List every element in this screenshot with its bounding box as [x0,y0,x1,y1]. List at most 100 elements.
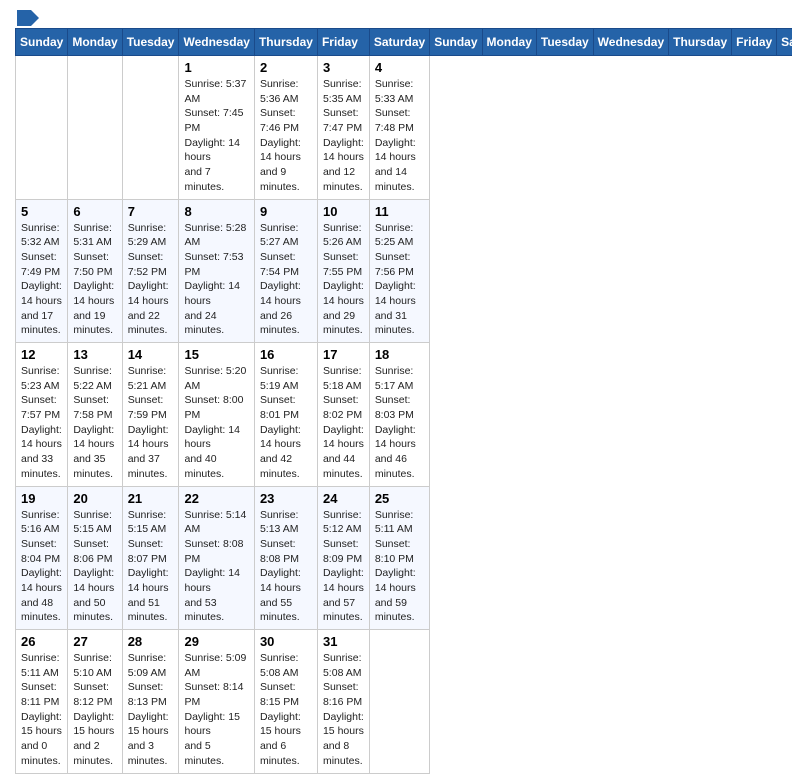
col-header-thursday: Thursday [254,29,317,56]
calendar-cell: 18Sunrise: 5:17 AM Sunset: 8:03 PM Dayli… [369,343,429,487]
calendar-cell: 12 Sunrise: 5:23 AM Sunset: 7:57 PM Dayli… [16,343,68,487]
calendar-cell: 31 Sunrise: 5:08 AM Sunset: 8:16 PM Dayli… [317,630,369,774]
day-info: Sunrise: 5:15 AM Sunset: 8:06 PM Dayligh… [73,508,116,626]
day-number: 23 [260,491,312,506]
day-number: 31 [323,634,364,649]
day-info: Sunrise: 5:18 AM Sunset: 8:02 PM Dayligh… [323,364,364,482]
calendar-cell: 7 Sunrise: 5:29 AM Sunset: 7:52 PM Daylig… [122,199,179,343]
day-number: 12 [21,347,62,362]
day-info: Sunrise: 5:10 AM Sunset: 8:12 PM Dayligh… [73,651,116,769]
day-info: Sunrise: 5:09 AM Sunset: 8:13 PM Dayligh… [128,651,174,769]
day-info: Sunrise: 5:16 AM Sunset: 8:04 PM Dayligh… [21,508,62,626]
col-header-friday: Friday [317,29,369,56]
calendar-cell: 1 Sunrise: 5:37 AM Sunset: 7:45 PM Daylig… [179,56,254,200]
calendar-cell: 17 Sunrise: 5:18 AM Sunset: 8:02 PM Dayli… [317,343,369,487]
day-number: 6 [73,204,116,219]
day-info: Sunrise: 5:23 AM Sunset: 7:57 PM Dayligh… [21,364,62,482]
col-header-saturday: Saturday [777,29,792,56]
day-info: Sunrise: 5:33 AM Sunset: 7:48 PM Dayligh… [375,77,424,195]
day-info: Sunrise: 5:28 AM Sunset: 7:53 PM Dayligh… [184,221,248,339]
calendar-cell [122,56,179,200]
day-number: 27 [73,634,116,649]
day-number: 7 [128,204,174,219]
day-number: 19 [21,491,62,506]
calendar-cell: 30Sunrise: 5:08 AM Sunset: 8:15 PM Dayli… [254,630,317,774]
day-info: Sunrise: 5:32 AM Sunset: 7:49 PM Dayligh… [21,221,62,339]
calendar-cell: 4 Sunrise: 5:33 AM Sunset: 7:48 PM Daylig… [369,56,429,200]
day-number: 10 [323,204,364,219]
calendar-cell [68,56,122,200]
day-number: 24 [323,491,364,506]
calendar-cell: 15Sunrise: 5:20 AM Sunset: 8:00 PM Dayli… [179,343,254,487]
day-info: Sunrise: 5:29 AM Sunset: 7:52 PM Dayligh… [128,221,174,339]
day-number: 16 [260,347,312,362]
week-row-5: 26 Sunrise: 5:11 AM Sunset: 8:11 PM Dayli… [16,630,792,774]
calendar-cell: 10Sunrise: 5:26 AM Sunset: 7:55 PM Dayli… [317,199,369,343]
calendar-cell: 16 Sunrise: 5:19 AM Sunset: 8:01 PM Dayli… [254,343,317,487]
day-info: Sunrise: 5:09 AM Sunset: 8:14 PM Dayligh… [184,651,248,769]
day-info: Sunrise: 5:21 AM Sunset: 7:59 PM Dayligh… [128,364,174,482]
calendar-cell: 3Sunrise: 5:35 AM Sunset: 7:47 PM Daylig… [317,56,369,200]
col-header-friday: Friday [732,29,777,56]
day-number: 8 [184,204,248,219]
calendar-cell: 25 Sunrise: 5:11 AM Sunset: 8:10 PM Dayli… [369,486,429,630]
day-number: 2 [260,60,312,75]
day-info: Sunrise: 5:12 AM Sunset: 8:09 PM Dayligh… [323,508,364,626]
col-header-sunday: Sunday [16,29,68,56]
day-number: 28 [128,634,174,649]
day-number: 13 [73,347,116,362]
day-number: 17 [323,347,364,362]
day-number: 5 [21,204,62,219]
day-info: Sunrise: 5:19 AM Sunset: 8:01 PM Dayligh… [260,364,312,482]
calendar-cell: 27 Sunrise: 5:10 AM Sunset: 8:12 PM Dayli… [68,630,122,774]
calendar-cell: 2Sunrise: 5:36 AM Sunset: 7:46 PM Daylig… [254,56,317,200]
calendar-cell: 20 Sunrise: 5:15 AM Sunset: 8:06 PM Dayli… [68,486,122,630]
day-number: 15 [184,347,248,362]
calendar-cell: 5 Sunrise: 5:32 AM Sunset: 7:49 PM Daylig… [16,199,68,343]
day-number: 22 [184,491,248,506]
day-info: Sunrise: 5:08 AM Sunset: 8:16 PM Dayligh… [323,651,364,769]
day-number: 9 [260,204,312,219]
day-info: Sunrise: 5:17 AM Sunset: 8:03 PM Dayligh… [375,364,424,482]
day-number: 26 [21,634,62,649]
day-info: Sunrise: 5:22 AM Sunset: 7:58 PM Dayligh… [73,364,116,482]
day-number: 14 [128,347,174,362]
calendar-cell: 23Sunrise: 5:13 AM Sunset: 8:08 PM Dayli… [254,486,317,630]
header-row: SundayMondayTuesdayWednesdayThursdayFrid… [16,29,792,56]
day-number: 1 [184,60,248,75]
day-number: 30 [260,634,312,649]
calendar-cell: 22 Sunrise: 5:14 AM Sunset: 8:08 PM Dayli… [179,486,254,630]
calendar-cell: 14 Sunrise: 5:21 AM Sunset: 7:59 PM Dayli… [122,343,179,487]
calendar-cell: 13 Sunrise: 5:22 AM Sunset: 7:58 PM Dayli… [68,343,122,487]
col-header-thursday: Thursday [669,29,732,56]
col-header-wednesday: Wednesday [593,29,668,56]
calendar-table: SundayMondayTuesdayWednesdayThursdayFrid… [15,28,792,774]
calendar-cell [369,630,429,774]
logo [15,10,41,22]
day-info: Sunrise: 5:25 AM Sunset: 7:56 PM Dayligh… [375,221,424,339]
day-number: 4 [375,60,424,75]
day-info: Sunrise: 5:11 AM Sunset: 8:11 PM Dayligh… [21,651,62,769]
calendar-cell: 9Sunrise: 5:27 AM Sunset: 7:54 PM Daylig… [254,199,317,343]
calendar-cell: 19 Sunrise: 5:16 AM Sunset: 8:04 PM Dayli… [16,486,68,630]
day-number: 21 [128,491,174,506]
day-number: 25 [375,491,424,506]
col-header-tuesday: Tuesday [536,29,593,56]
calendar-cell: 26 Sunrise: 5:11 AM Sunset: 8:11 PM Dayli… [16,630,68,774]
week-row-1: 1 Sunrise: 5:37 AM Sunset: 7:45 PM Daylig… [16,56,792,200]
day-info: Sunrise: 5:11 AM Sunset: 8:10 PM Dayligh… [375,508,424,626]
day-info: Sunrise: 5:14 AM Sunset: 8:08 PM Dayligh… [184,508,248,626]
col-header-monday: Monday [68,29,122,56]
calendar-cell: 29Sunrise: 5:09 AM Sunset: 8:14 PM Dayli… [179,630,254,774]
logo-arrow-icon [17,10,39,26]
calendar-cell [16,56,68,200]
day-info: Sunrise: 5:37 AM Sunset: 7:45 PM Dayligh… [184,77,248,195]
col-header-wednesday: Wednesday [179,29,254,56]
calendar-cell: 24 Sunrise: 5:12 AM Sunset: 8:09 PM Dayli… [317,486,369,630]
day-info: Sunrise: 5:31 AM Sunset: 7:50 PM Dayligh… [73,221,116,339]
calendar-cell: 8 Sunrise: 5:28 AM Sunset: 7:53 PM Daylig… [179,199,254,343]
week-row-4: 19 Sunrise: 5:16 AM Sunset: 8:04 PM Dayli… [16,486,792,630]
calendar-cell: 11Sunrise: 5:25 AM Sunset: 7:56 PM Dayli… [369,199,429,343]
calendar-cell: 28 Sunrise: 5:09 AM Sunset: 8:13 PM Dayli… [122,630,179,774]
day-number: 20 [73,491,116,506]
